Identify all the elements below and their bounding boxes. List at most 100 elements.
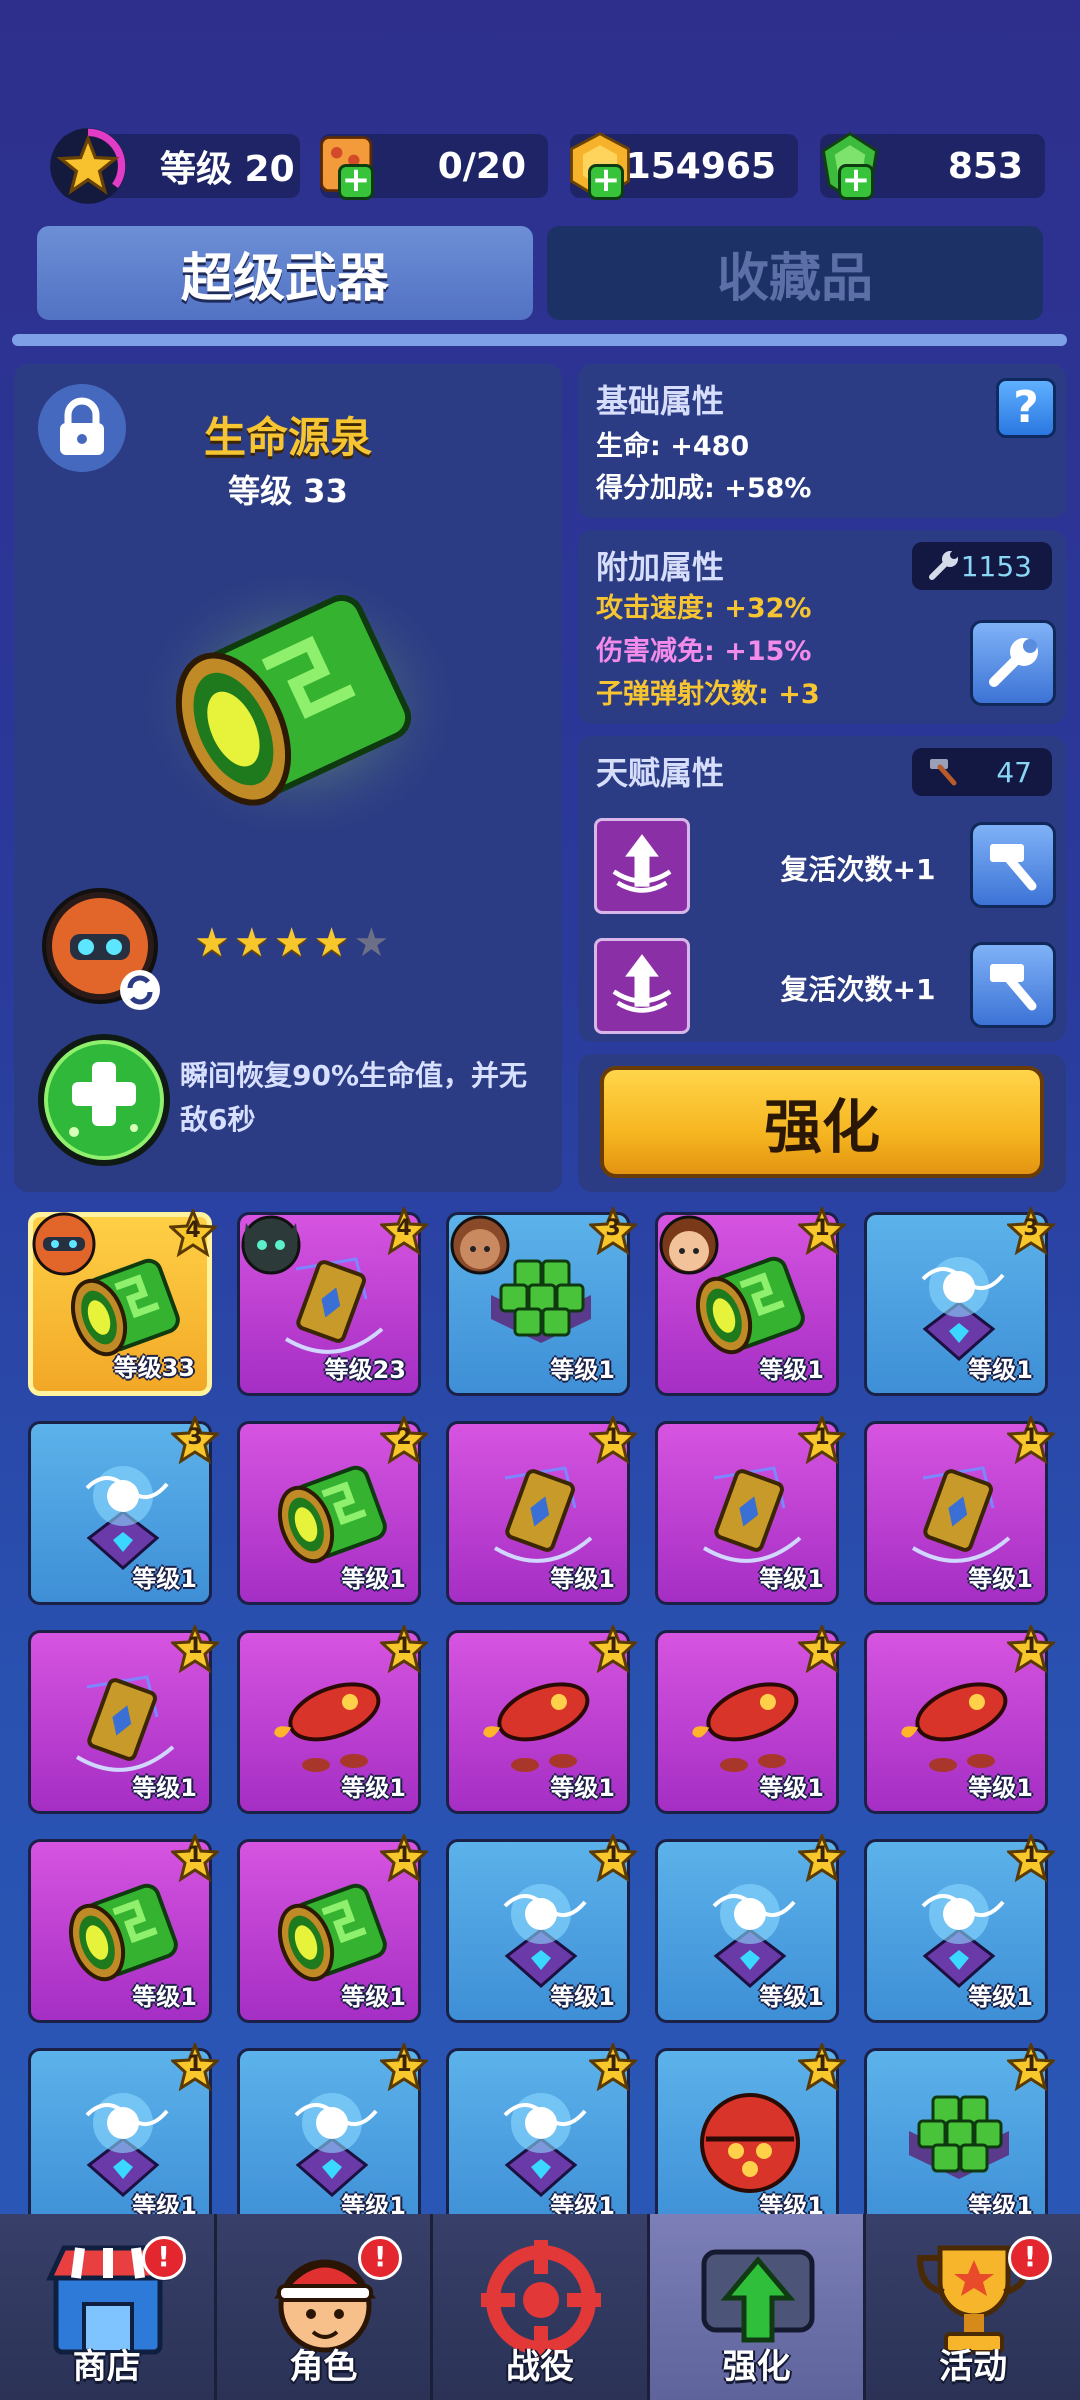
attr-score-bonus: 得分加成: +58%	[596, 473, 812, 504]
weapon-card[interactable]: 1 等级1	[28, 1622, 221, 1814]
talent-upgrade-button[interactable]	[970, 822, 1056, 908]
star-count: 3	[605, 1216, 621, 1241]
weapon-card[interactable]: 1 等级1	[655, 2040, 848, 2232]
empty-star-icon: ★	[353, 920, 390, 966]
robot-hero-portrait-icon	[32, 1212, 96, 1276]
weapon-card-level: 等级1	[759, 1983, 824, 2011]
weapon-card[interactable]: 1 等级1	[864, 1622, 1057, 1814]
talent-label: 复活次数+1	[780, 973, 936, 1006]
weapon-card[interactable]: 1 等级1	[446, 1413, 639, 1605]
weapon-card[interactable]: 1 等级1	[864, 1831, 1057, 2023]
nav-shop-label: 商店	[72, 2347, 141, 2387]
star-badge: 1	[169, 1622, 221, 1674]
weapon-card-level: 等级33	[113, 1354, 195, 1382]
tab-collectibles[interactable]: 收藏品	[547, 226, 1043, 320]
weapon-card[interactable]: 2 等级1	[237, 1413, 430, 1605]
nav-character[interactable]: ! 角色	[216, 2214, 434, 2400]
weapon-card[interactable]: 1 等级1	[655, 1622, 848, 1814]
weapon-card[interactable]: 1 等级1	[237, 1622, 430, 1814]
weapon-card-level: 等级1	[132, 1774, 197, 1802]
wrench-count: 1153	[960, 550, 1032, 583]
star-badge: 1	[378, 1831, 430, 1883]
add-energy-button[interactable]: +	[338, 163, 374, 200]
weapon-card-level: 等级1	[968, 1983, 1033, 2011]
weapon-card[interactable]: 4 等级33	[28, 1206, 219, 1396]
star-badge: 1	[587, 1831, 639, 1883]
weapon-card-level: 等级1	[341, 1774, 406, 1802]
weapon-card[interactable]: 1 等级1	[655, 1831, 848, 2023]
talent-label: 复活次数+1	[780, 853, 936, 886]
star-badge: 1	[1005, 1831, 1057, 1883]
skill-description: 瞬间恢复90%生命值，并无敌6秒	[180, 1059, 528, 1136]
star-badge: 1	[1005, 2040, 1057, 2092]
attr-hp: 生命: +480	[596, 431, 750, 462]
star-count: 4	[185, 1218, 201, 1243]
weapon-card-level: 等级23	[324, 1356, 406, 1384]
weapon-card-level: 等级1	[550, 1356, 615, 1384]
star-count: 1	[814, 1425, 830, 1450]
coins-pill[interactable]: + 154965	[570, 132, 798, 200]
nav-campaign-label: 战役	[505, 2347, 574, 2387]
weapon-card[interactable]: 1 等级1	[446, 1622, 639, 1814]
star-badge: 4	[167, 1206, 219, 1258]
talent-attributes-panel: 天赋属性 47 复活次数+1 复活次数+1	[578, 736, 1066, 1042]
nav-events[interactable]: ! 活动	[866, 2214, 1080, 2400]
nav-upgrade[interactable]: 强化	[649, 2214, 867, 2400]
weapon-card[interactable]: 1 等级1	[237, 1831, 430, 2023]
weapon-card[interactable]: 1 等级1	[864, 2040, 1057, 2232]
star-badge: 1	[796, 2040, 848, 2092]
weapon-card[interactable]: 3 等级1	[446, 1204, 639, 1396]
currency-bar: 等级 20 + 0/20 + 154965 + 853	[50, 128, 1045, 204]
hero-robot-avatar-icon[interactable]	[40, 884, 170, 1014]
star-badge: 1	[1005, 1413, 1057, 1465]
star-badge: 1	[1005, 1622, 1057, 1674]
revive-talent-icon	[594, 818, 690, 914]
upgrade-button[interactable]: 强化	[600, 1066, 1044, 1178]
add-coins-button[interactable]: +	[588, 163, 624, 200]
nav-upgrade-label: 强化	[722, 2347, 791, 2387]
weapon-level: 等级 33	[228, 472, 348, 510]
talent-attributes-title: 天赋属性	[596, 754, 725, 792]
talent-upgrade-button[interactable]	[970, 942, 1056, 1028]
heal-skill-icon[interactable]	[34, 1030, 174, 1170]
weapon-card[interactable]: 3 等级1	[864, 1204, 1057, 1396]
star-badge: 1	[587, 1413, 639, 1465]
star-badge: 4	[378, 1204, 430, 1256]
star-icon: ★	[233, 920, 270, 966]
weapon-card-level: 等级1	[550, 1565, 615, 1593]
weapon-card[interactable]: 1 等级1	[655, 1413, 848, 1605]
shop-alert-badge: !	[141, 2236, 186, 2280]
weapon-card[interactable]: 1 等级1	[446, 1831, 639, 2023]
energy-value: 0/20	[437, 145, 526, 187]
weapon-card[interactable]: 1 等级1	[237, 2040, 430, 2232]
reroll-attributes-button[interactable]	[970, 620, 1056, 706]
base-attributes-title: 基础属性	[596, 382, 725, 420]
weapon-card[interactable]: 1 等级1	[864, 1413, 1057, 1605]
energy-pill[interactable]: + 0/20	[320, 134, 548, 200]
star-badge: 2	[378, 1413, 430, 1465]
star-badge: 1	[169, 1831, 221, 1883]
weapon-card[interactable]: 1 等级1	[28, 2040, 221, 2232]
weapon-card-level: 等级1	[759, 1356, 824, 1384]
wrench-icon	[929, 551, 958, 580]
nav-campaign[interactable]: 战役	[433, 2214, 650, 2400]
help-button[interactable]: ?	[996, 378, 1056, 438]
star-badge: 1	[378, 1622, 430, 1674]
hammer-count: 47	[996, 756, 1032, 789]
star-badge: 1	[796, 1831, 848, 1883]
character-alert-badge: !	[358, 2236, 403, 2280]
star-badge: 1	[587, 1622, 639, 1674]
player-level-pill[interactable]: 等级 20	[50, 128, 300, 204]
weapon-card[interactable]: 3 等级1	[28, 1413, 221, 1605]
star-count: 1	[814, 1634, 830, 1659]
add-gems-button[interactable]: +	[838, 163, 874, 200]
weapon-card[interactable]: 1 等级1	[655, 1204, 848, 1396]
nav-shop[interactable]: ! 商店	[0, 2214, 217, 2400]
weapon-card[interactable]: 1 等级1	[28, 1831, 221, 2023]
weapon-card[interactable]: 4 等级23	[237, 1204, 430, 1396]
gems-pill[interactable]: + 853	[820, 132, 1045, 200]
bottom-navigation: ! 商店 ! 角色 战役 强化 ! 活动	[0, 2214, 1080, 2400]
tab-super-weapons[interactable]: 超级武器	[37, 226, 533, 320]
attr-attack-speed: 攻击速度: +32%	[596, 593, 812, 624]
weapon-card[interactable]: 1 等级1	[446, 2040, 639, 2232]
